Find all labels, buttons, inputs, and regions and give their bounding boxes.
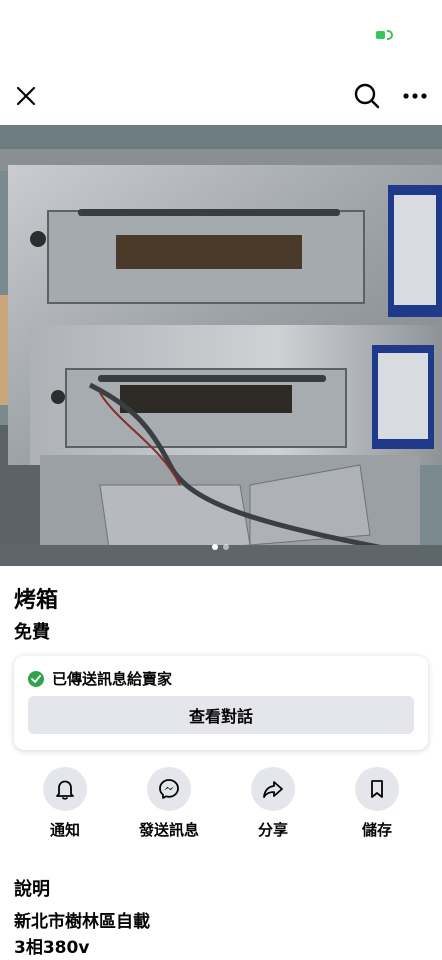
listing-price: 免費 xyxy=(14,622,50,643)
photo-pagination xyxy=(212,544,229,550)
pagination-dot-active xyxy=(212,544,218,550)
bookmark-icon xyxy=(371,780,383,798)
view-conversation-button[interactable]: 查看對話 xyxy=(28,696,414,734)
status-bar xyxy=(0,0,442,70)
notify-button[interactable] xyxy=(43,767,87,811)
send-message-action[interactable]: 發送訊息 xyxy=(124,767,214,840)
message-status: 已傳送訊息給賣家 xyxy=(28,668,172,689)
battery-icon xyxy=(376,30,394,40)
check-circle-icon xyxy=(28,670,44,687)
notify-label: 通知 xyxy=(49,821,80,839)
send-message-label: 發送訊息 xyxy=(138,821,199,839)
share-icon xyxy=(263,781,283,798)
action-bar: 通知 發送訊息 分享 儲存 xyxy=(0,767,442,847)
description-line: 3相380v xyxy=(14,938,90,958)
description-line: 新北市樹林區自載 xyxy=(14,912,150,932)
listing-title: 烤箱 xyxy=(14,588,59,613)
more-options-button[interactable] xyxy=(399,80,431,112)
share-label: 分享 xyxy=(257,821,288,839)
search-button[interactable] xyxy=(351,80,383,112)
search-icon xyxy=(354,83,380,109)
save-label: 儲存 xyxy=(361,821,392,839)
messenger-icon xyxy=(159,779,179,799)
oven-image xyxy=(0,125,442,566)
bell-icon xyxy=(56,780,74,800)
description-heading: 說明 xyxy=(14,879,50,900)
save-action[interactable]: 儲存 xyxy=(332,767,422,840)
notify-action[interactable]: 通知 xyxy=(20,767,110,840)
share-action[interactable]: 分享 xyxy=(228,767,318,840)
pagination-dot xyxy=(223,544,229,550)
close-icon xyxy=(16,86,36,106)
close-button[interactable] xyxy=(10,80,42,112)
message-status-label: 已傳送訊息給賣家 xyxy=(52,670,173,688)
save-button[interactable] xyxy=(355,767,399,811)
message-sent-card: 已傳送訊息給賣家 查看對話 xyxy=(14,656,428,750)
top-nav xyxy=(0,70,442,124)
share-button[interactable] xyxy=(251,767,295,811)
more-horizontal-icon xyxy=(403,93,427,99)
send-message-button[interactable] xyxy=(147,767,191,811)
listing-photo[interactable] xyxy=(0,125,442,566)
